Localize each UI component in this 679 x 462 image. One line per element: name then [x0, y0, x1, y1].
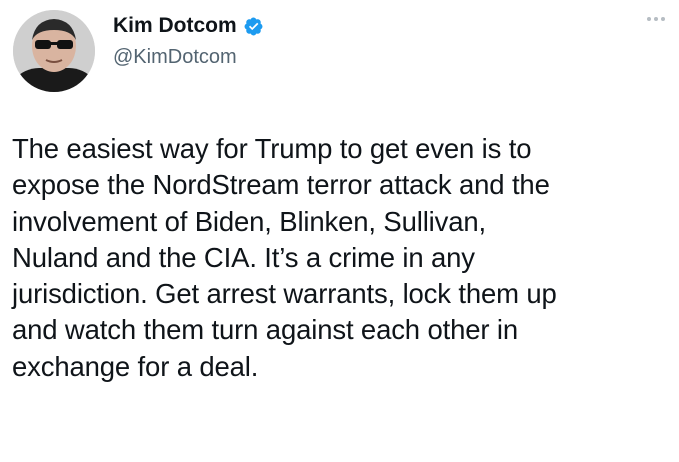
author-name-row: Kim Dotcom	[113, 11, 264, 41]
more-dot	[647, 17, 651, 21]
verified-badge-icon	[243, 16, 264, 37]
avatar[interactable]	[13, 10, 95, 92]
author-display-name[interactable]: Kim Dotcom	[113, 14, 237, 38]
more-dot	[661, 17, 665, 21]
avatar-photo-icon	[13, 10, 95, 92]
tweet-text: The easiest way for Trump to get even is…	[12, 133, 557, 382]
author-handle[interactable]: @KimDotcom	[113, 46, 237, 69]
tweet-card: Kim Dotcom @KimDotcom The easiest way fo…	[0, 0, 679, 462]
more-dot	[654, 17, 658, 21]
more-options-icon[interactable]	[647, 14, 667, 24]
